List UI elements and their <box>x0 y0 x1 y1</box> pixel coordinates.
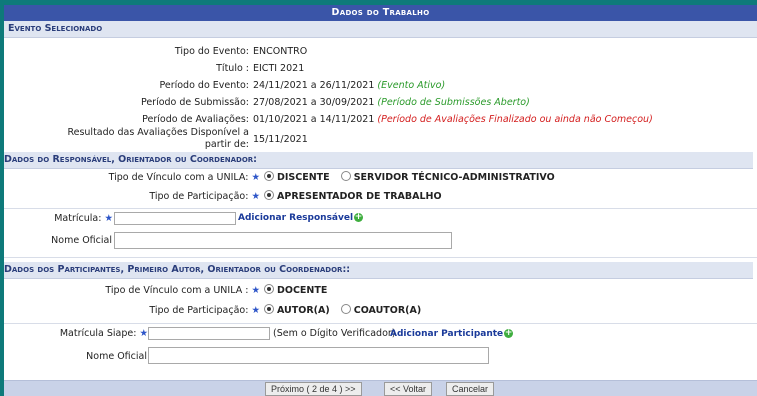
nome-responsavel-input[interactable] <box>114 232 452 249</box>
row-participacao-responsavel: Tipo de Participação: ★ APRESENTADOR DE … <box>4 190 757 204</box>
required-star-icon: ★ <box>251 305 260 316</box>
cancel-button[interactable]: Cancelar <box>446 382 495 396</box>
vinculo-responsavel-label: Tipo de Vínculo com a UNILA: ★ <box>109 171 260 185</box>
row-titulo: Título : EICTI 2021 <box>4 62 757 76</box>
titulo-value: EICTI 2021 <box>253 63 305 74</box>
nome-responsavel-label: Nome Oficial <box>51 235 112 246</box>
radio-discente-label: DISCENTE <box>277 172 330 183</box>
add-icon[interactable]: + <box>504 329 514 338</box>
periodo-avaliacoes-status: (Período de Avaliações Finalizado ou ain… <box>377 114 653 125</box>
periodo-avaliacoes-label: Período de Avaliações: <box>142 114 249 125</box>
row-vinculo-participante: Tipo de Vínculo com a UNILA : ★ DOCENTE <box>4 284 757 298</box>
vinculo-participante-label: Tipo de Vínculo com a UNILA : ★ <box>105 284 260 298</box>
required-star-icon: ★ <box>251 172 260 183</box>
add-participante-link-text[interactable]: Adicionar Participante <box>390 329 503 339</box>
form-footer: Próximo ( 2 de 4 ) >> << Voltar Cancelar <box>4 380 757 396</box>
radio-apresentador-label: APRESENTADOR DE TRABALHO <box>277 191 442 202</box>
row-periodo-evento: Período do Evento: 24/11/2021 a 26/11/20… <box>4 79 757 93</box>
tipo-evento-label: Tipo do Evento: <box>174 46 249 57</box>
periodo-avaliacoes-value: 01/10/2021 a 14/11/2021 (Período de Aval… <box>253 113 653 127</box>
radio-docente[interactable] <box>264 284 274 294</box>
radio-coautor-label: COAUTOR(A) <box>353 305 422 316</box>
periodo-evento-label: Período do Evento: <box>159 80 249 91</box>
resultado-value: 15/11/2021 <box>253 134 308 145</box>
periodo-evento-status: (Evento Ativo) <box>377 80 446 91</box>
radio-servidor-tecnico[interactable] <box>340 171 351 181</box>
resultado-label-line1: Resultado das Avaliações Disponível a <box>67 127 249 138</box>
section-responsavel-heading: Dados do Responsável, Orientador ou Coor… <box>4 152 753 169</box>
vinculo-responsavel-label-text: Tipo de Vínculo com a UNILA: <box>108 172 249 183</box>
row-periodo-avaliacoes: Período de Avaliações: 01/10/2021 a 14/1… <box>4 113 757 127</box>
matricula-responsavel-label-text: Matrícula: <box>54 213 102 224</box>
radio-coautor[interactable] <box>340 304 351 314</box>
required-star-icon: ★ <box>251 191 260 202</box>
participacao-responsavel-options: APRESENTADOR DE TRABALHO <box>264 190 450 204</box>
row-tipo-evento: Tipo do Evento: ENCONTRO <box>4 45 757 59</box>
radio-discente[interactable] <box>264 171 274 181</box>
resultado-label: Resultado das Avaliações Disponível a pa… <box>67 127 249 151</box>
vinculo-responsavel-options: DISCENTE SERVIDOR TÉCNICO-ADMINISTRATIVO <box>264 171 563 185</box>
resultado-label-line2: partir de: <box>204 139 249 150</box>
radio-autor-label: AUTOR(A) <box>277 305 330 316</box>
matricula-responsavel-label: Matrícula: ★ <box>54 212 113 226</box>
nome-participante-input[interactable] <box>148 347 489 364</box>
participacao-participante-label-text: Tipo de Participação: <box>149 305 249 316</box>
page-title: Dados do Trabalho <box>4 5 757 21</box>
radio-servidor-tecnico-label: SERVIDOR TÉCNICO-ADMINISTRATIVO <box>353 172 555 183</box>
participacao-responsavel-label-text: Tipo de Participação: <box>149 191 249 202</box>
vinculo-participante-options: DOCENTE <box>264 284 335 298</box>
add-responsavel-link-text[interactable]: Adicionar Responsável <box>238 213 353 223</box>
add-responsavel-link[interactable]: Adicionar Responsável + <box>238 211 364 225</box>
divider <box>4 323 757 324</box>
radio-docente-label: DOCENTE <box>277 285 328 296</box>
tipo-evento-value: ENCONTRO <box>253 46 308 57</box>
periodo-submissao-label: Período de Submissão: <box>140 97 249 108</box>
row-resultado: Resultado das Avaliações Disponível a pa… <box>4 127 757 153</box>
add-icon[interactable]: + <box>354 213 364 222</box>
required-star-icon: ★ <box>251 285 260 296</box>
periodo-submissao-value: 27/08/2021 a 30/09/2021 (Período de Subm… <box>253 96 530 110</box>
required-star-icon: ★ <box>139 328 148 339</box>
titulo-label: Título : <box>216 63 249 74</box>
nome-participante-label: Nome Oficial <box>86 351 147 362</box>
periodo-submissao-dates: 27/08/2021 a 30/09/2021 <box>253 97 375 108</box>
row-periodo-submissao: Período de Submissão: 27/08/2021 a 30/09… <box>4 96 757 110</box>
periodo-avaliacoes-dates: 01/10/2021 a 14/11/2021 <box>253 114 375 125</box>
radio-apresentador[interactable] <box>264 190 274 200</box>
section-evento-heading: Evento Selecionado <box>4 21 757 38</box>
section-participantes-heading: Dados dos Participantes, Primeiro Autor,… <box>4 262 753 279</box>
radio-autor[interactable] <box>264 304 274 314</box>
matricula-participante-label-text: Matrícula Siape: <box>59 328 137 339</box>
back-button[interactable]: << Voltar <box>384 382 433 396</box>
matricula-responsavel-input[interactable] <box>114 212 236 225</box>
vinculo-participante-label-text: Tipo de Vínculo com a UNILA : <box>105 285 249 296</box>
participacao-participante-options: AUTOR(A) COAUTOR(A) <box>264 304 429 318</box>
sem-digito-note: (Sem o Dígito Verificador) <box>273 328 396 339</box>
next-button[interactable]: Próximo ( 2 de 4 ) >> <box>265 382 362 396</box>
matricula-participante-label: Matrícula Siape: ★ <box>60 327 148 341</box>
row-participacao-participante: Tipo de Participação: ★ AUTOR(A) COAUTOR… <box>4 304 757 318</box>
add-participante-link[interactable]: Adicionar Participante + <box>390 327 514 341</box>
periodo-evento-dates: 24/11/2021 a 26/11/2021 <box>253 80 375 91</box>
participacao-participante-label: Tipo de Participação: ★ <box>149 304 260 318</box>
form-frame: Dados do Trabalho Evento Selecionado Tip… <box>4 5 757 396</box>
periodo-evento-value: 24/11/2021 a 26/11/2021 (Evento Ativo) <box>253 79 445 93</box>
participacao-responsavel-label: Tipo de Participação: ★ <box>149 190 260 204</box>
periodo-submissao-status: (Período de Submissões Aberto) <box>377 97 530 108</box>
row-vinculo-responsavel: Tipo de Vínculo com a UNILA: ★ DISCENTE … <box>4 171 757 185</box>
required-star-icon: ★ <box>104 213 113 224</box>
matricula-siape-input[interactable] <box>148 327 270 340</box>
divider <box>4 208 757 209</box>
divider <box>4 257 757 258</box>
